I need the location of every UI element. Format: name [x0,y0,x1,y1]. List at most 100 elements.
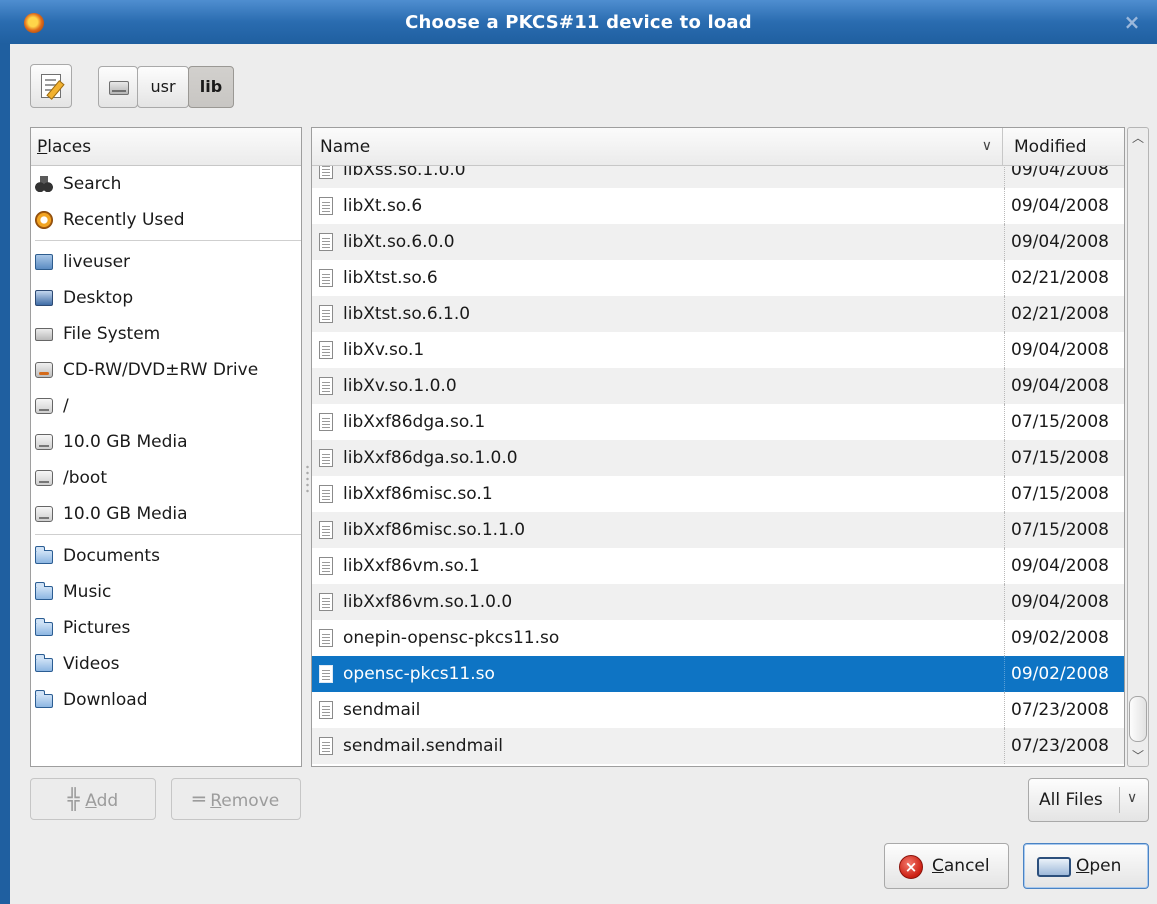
scroll-up-icon[interactable]: ︿ [1128,128,1148,148]
file-list-header: Name ∨ Modified [312,128,1124,166]
file-row[interactable]: libXxf86misc.so.1 07/15/2008 [312,476,1124,512]
file-row[interactable]: libXt.so.6.0.0 09/04/2008 [312,224,1124,260]
file-rows: libXss.so.1.0.0 09/04/2008 libXt.so.6 09/04… [312,152,1124,764]
places-separator [35,534,301,535]
file-row[interactable]: opensc-pkcs11.so 09/02/2008 [312,656,1124,692]
place-item[interactable]: File System [31,316,301,352]
file-row[interactable]: libXxf86misc.so.1.1.0 07/15/2008 [312,512,1124,548]
remove-bookmark-button[interactable]: ═ Remove [171,778,301,820]
file-modified: 07/15/2008 [1004,476,1124,512]
place-item[interactable]: Desktop [31,280,301,316]
place-item[interactable]: / [31,388,301,424]
place-item[interactable]: Music [31,574,301,610]
place-label: liveuser [63,252,131,272]
file-name: libXt.so.6.0.0 [343,232,455,252]
place-item[interactable]: Videos [31,646,301,682]
path-segment-lib[interactable]: lib [188,66,234,108]
place-item[interactable]: CD-RW/DVD±RW Drive [31,352,301,388]
file-list-scrollbar[interactable]: ︿ ﹀ [1127,127,1149,767]
place-label: /boot [63,468,107,488]
file-modified: 09/04/2008 [1004,368,1124,404]
folder-icon [35,582,53,600]
drive-icon [35,398,53,414]
scrollbar-thumb[interactable] [1129,696,1147,742]
home-folder-icon [35,254,53,270]
place-item[interactable]: liveuser [31,244,301,280]
type-location-button[interactable] [30,64,72,108]
place-label: 10.0 GB Media [63,432,188,452]
file-row[interactable]: sendmail.sendmail 07/23/2008 [312,728,1124,764]
file-row[interactable]: libXv.so.1 09/04/2008 [312,332,1124,368]
place-label: 10.0 GB Media [63,504,188,524]
file-modified: 09/02/2008 [1004,656,1124,692]
file-row[interactable]: onepin-opensc-pkcs11.so 09/02/2008 [312,620,1124,656]
file-row[interactable]: libXxf86vm.so.1 09/04/2008 [312,548,1124,584]
file-row[interactable]: libXxf86dga.so.1 07/15/2008 [312,404,1124,440]
path-segment-usr[interactable]: usr [137,66,189,108]
path-root-button[interactable] [98,66,138,108]
places-separator [35,240,301,241]
column-header-name[interactable]: Name ∨ [312,128,1003,166]
folder-icon [35,654,53,672]
open-drive-icon [1037,857,1071,877]
place-label: Desktop [63,288,134,308]
file-row[interactable]: sendmail 07/23/2008 [312,692,1124,728]
place-item[interactable]: Download [31,682,301,718]
file-icon [319,485,333,503]
place-item[interactable]: 10.0 GB Media [31,424,301,460]
file-row[interactable]: libXtst.so.6 02/21/2008 [312,260,1124,296]
open-button[interactable]: Open [1023,843,1149,889]
search-icon [35,176,53,192]
file-row[interactable]: libXxf86dga.so.1.0.0 07/15/2008 [312,440,1124,476]
file-name: libXv.so.1.0.0 [343,376,457,396]
file-modified: 02/21/2008 [1004,296,1124,332]
file-name: sendmail [343,700,421,720]
place-label: File System [63,324,161,344]
pane-resize-handle[interactable] [306,464,309,494]
file-row[interactable]: libXt.so.6 09/04/2008 [312,188,1124,224]
place-item[interactable]: Recently Used [31,202,301,238]
file-type-filter[interactable]: All Files ∨ [1028,778,1149,822]
column-header-modified[interactable]: Modified [1004,128,1124,166]
places-sidebar: Places Search Recently Used liveuser Deskto… [30,127,302,767]
place-item[interactable]: Search [31,166,301,202]
file-row[interactable]: libXv.so.1.0.0 09/04/2008 [312,368,1124,404]
place-label: Pictures [63,618,131,638]
add-icon: ╬ [67,787,80,811]
place-label: Documents [63,546,160,566]
scroll-down-icon[interactable]: ﹀ [1128,746,1148,766]
add-bookmark-button[interactable]: ╬ Add [30,778,156,820]
file-name: libXt.so.6 [343,196,423,216]
cancel-button[interactable]: × Cancel [884,843,1009,889]
file-name: libXxf86dga.so.1 [343,412,486,432]
cancel-icon: × [899,855,923,879]
place-item[interactable]: 10.0 GB Media [31,496,301,532]
file-modified: 09/04/2008 [1004,584,1124,620]
places-header[interactable]: Places [31,128,301,166]
file-list: Name ∨ Modified libXss.so.1.0.0 09/04/200… [311,127,1125,767]
remove-icon: ═ [192,787,205,811]
file-row[interactable]: libXxf86vm.so.1.0.0 09/04/2008 [312,584,1124,620]
drive-icon [35,434,53,450]
file-row[interactable]: libXtst.so.6.1.0 02/21/2008 [312,296,1124,332]
place-item[interactable]: Pictures [31,610,301,646]
file-modified: 09/04/2008 [1004,188,1124,224]
place-item[interactable]: /boot [31,460,301,496]
chevron-down-icon: ∨ [1127,790,1138,806]
title-bar[interactable]: Choose a PKCS#11 device to load × [0,0,1157,44]
file-modified: 07/23/2008 [1004,692,1124,728]
place-item[interactable]: Documents [31,538,301,574]
folder-icon [35,690,53,708]
file-modified: 07/15/2008 [1004,440,1124,476]
file-modified: 02/21/2008 [1004,260,1124,296]
file-modified: 07/23/2008 [1004,728,1124,764]
file-name: libXtst.so.6 [343,268,438,288]
optical-drive-icon [35,362,53,378]
file-icon [319,269,333,287]
close-icon[interactable]: × [1121,11,1143,33]
places-list: Search Recently Used liveuser Desktop File S… [31,166,301,718]
file-name: libXxf86dga.so.1.0.0 [343,448,518,468]
file-icon [319,449,333,467]
file-icon [319,737,333,755]
file-name: libXxf86vm.so.1 [343,556,480,576]
